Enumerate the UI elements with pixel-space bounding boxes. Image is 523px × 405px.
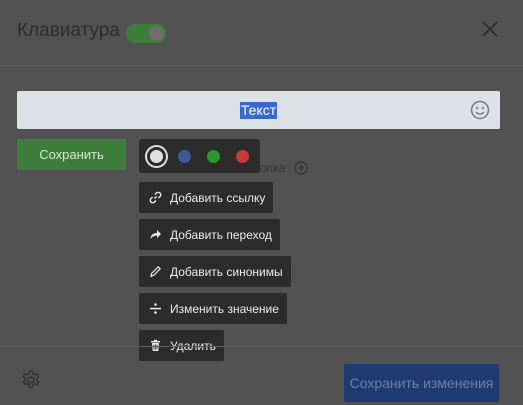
toggle-knob	[149, 26, 164, 41]
color-option-green[interactable]	[207, 150, 220, 163]
link-icon	[149, 191, 162, 204]
color-option-white[interactable]	[147, 147, 166, 166]
button-text-value: Текст	[239, 101, 278, 119]
divide-icon	[150, 303, 161, 314]
color-option-blue[interactable]	[178, 150, 191, 163]
save-changes-button[interactable]: Сохранить изменения	[344, 364, 499, 402]
add-synonyms-label: Добавить синонимы	[170, 264, 283, 279]
add-synonyms-item[interactable]: Добавить синонимы	[139, 256, 291, 287]
pencil-icon	[150, 265, 162, 278]
gear-icon[interactable]	[20, 369, 42, 391]
dialog-title: Клавиатура	[17, 20, 120, 41]
button-text-field[interactable]: Текст	[17, 91, 500, 129]
plus-circle-icon	[294, 161, 308, 175]
close-icon[interactable]	[478, 17, 502, 41]
add-link-item[interactable]: Добавить ссылку	[139, 182, 274, 213]
button-text-display[interactable]: Текст	[17, 91, 500, 129]
change-value-item[interactable]: Изменить значение	[139, 293, 287, 324]
keyboard-toggle[interactable]	[126, 24, 166, 43]
color-option-red[interactable]	[236, 150, 249, 163]
add-redirect-item[interactable]: Добавить переход	[139, 219, 280, 250]
save-button[interactable]: Сохранить	[17, 139, 126, 170]
color-picker	[139, 139, 260, 173]
add-link-label: Добавить ссылку	[170, 190, 266, 205]
add-redirect-label: Добавить переход	[170, 227, 272, 242]
smile-icon[interactable]	[470, 100, 490, 120]
redirect-arrow-icon	[150, 230, 161, 239]
change-value-label: Изменить значение	[170, 301, 279, 316]
